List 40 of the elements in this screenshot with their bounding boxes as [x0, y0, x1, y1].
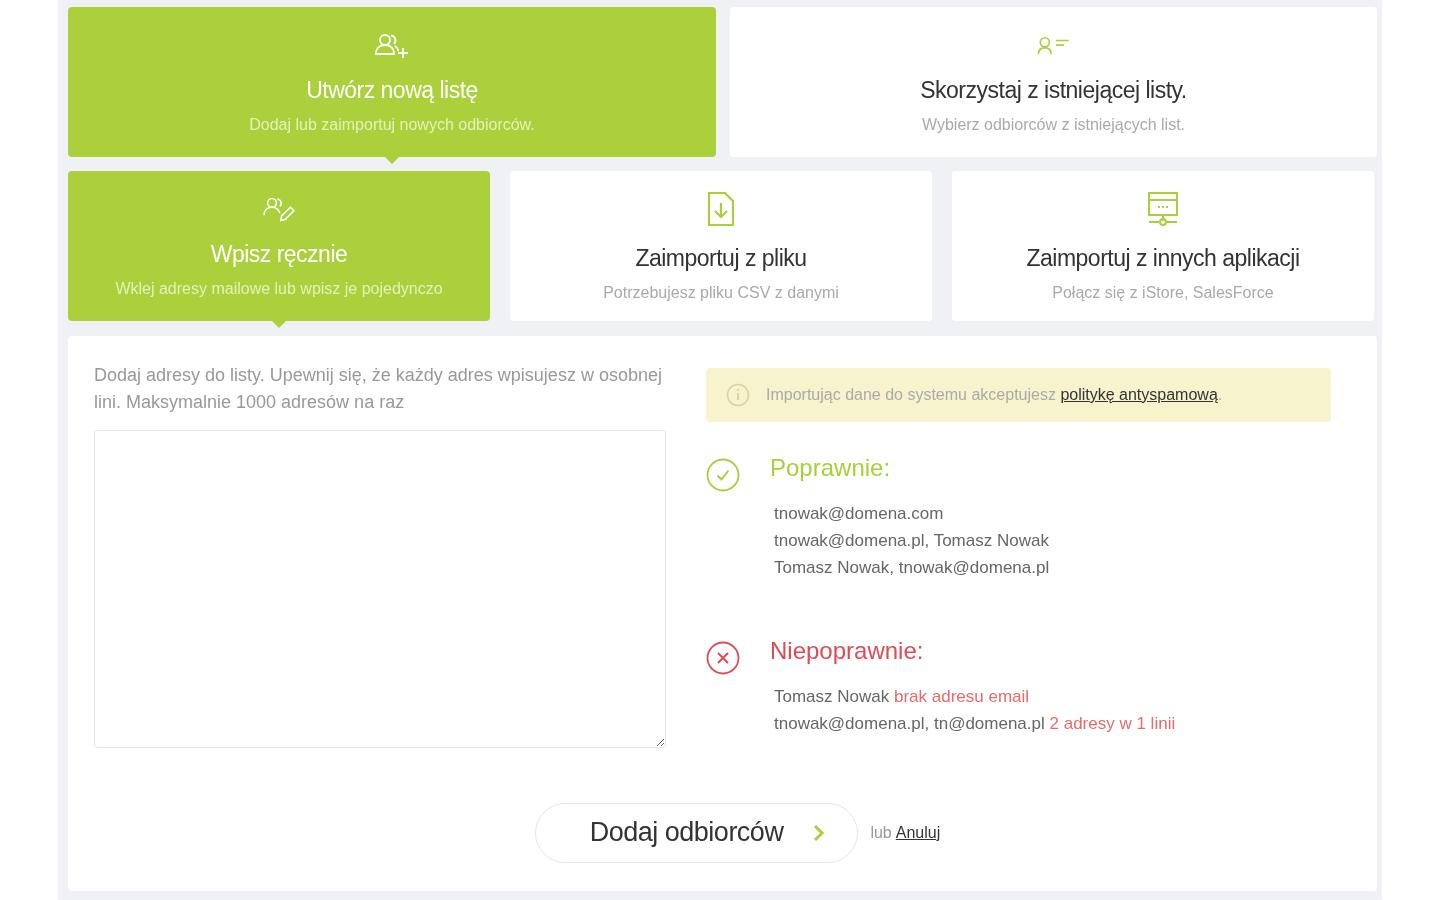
- chevron-right-icon: [813, 823, 826, 842]
- card-title: Utwórz nową listę: [306, 77, 478, 104]
- card-title: Zaimportuj z innych aplikacji: [1026, 245, 1300, 272]
- option-card[interactable]: Zaimportuj z innych aplikacji Połącz się z iStore, SalesForce: [952, 171, 1374, 321]
- server-window-icon: [1147, 191, 1179, 227]
- people-pencil-icon: [261, 195, 297, 223]
- card-title: Zaimportuj z pliku: [635, 245, 807, 272]
- or-text: lub: [870, 823, 892, 842]
- card-subtitle: Dodaj lub zaimportuj nowych odbiorców.: [249, 116, 535, 134]
- instructions-text: Dodaj adresy do listy. Upewnij się, że każdy adres wpisujesz w osobnej lini. Maksymalnie 1000 adresów na raz: [94, 364, 663, 414]
- cancel-link[interactable]: Anuluj: [895, 823, 941, 842]
- notice-text: Importując dane do systemu akceptujesz politykę antyspamową.: [766, 386, 1223, 404]
- person-list-icon: [1035, 35, 1072, 57]
- antispam-policy-link[interactable]: politykę antyspamową: [1060, 386, 1218, 403]
- card-subtitle: Wybierz odbiorców z istniejących list.: [921, 116, 1186, 134]
- selection-pointer: [385, 157, 399, 164]
- add-recipients-button[interactable]: Dodaj odbiorców: [534, 802, 859, 863]
- error-circle-icon: [706, 641, 740, 675]
- info-icon: [726, 383, 750, 407]
- invalid-entry: Tomasz Nowak: [774, 687, 890, 706]
- card-subtitle: Potrzebujesz pliku CSV z danymi: [603, 284, 839, 302]
- valid-heading: Poprawnie:: [770, 454, 892, 482]
- option-card[interactable]: Skorzystaj z istniejącej listy. Wybierz odbiorców z istniejących list.: [730, 7, 1377, 157]
- addresses-field[interactable]: [94, 430, 666, 748]
- valid-entry: tnowak@domena.com: [774, 503, 945, 525]
- valid-entry: tnowak@domena.pl, Tomasz Nowak: [774, 530, 1050, 552]
- card-title: Wpisz ręcznie: [210, 241, 348, 268]
- file-download-icon: [707, 191, 735, 227]
- card-title: Skorzystaj z istniejącej listy.: [920, 77, 1187, 104]
- invalid-heading: Niepoprawnie:: [770, 637, 925, 665]
- invalid-entry: tnowak@domena.pl, tn@domena.pl: [774, 714, 1045, 733]
- people-plus-icon: [374, 31, 410, 59]
- option-card[interactable]: Zaimportuj z pliku Potrzebujesz pliku CSV z danymi: [510, 171, 932, 321]
- check-circle-icon: [706, 458, 740, 492]
- selection-pointer: [272, 321, 286, 328]
- error-reason: 2 adresy w 1 linii: [1049, 714, 1176, 733]
- card-subtitle: Wklej adresy mailowe lub wpisz je pojedynczo: [115, 280, 443, 298]
- error-reason: brak adresu email: [894, 687, 1030, 706]
- valid-entry: Tomasz Nowak, tnowak@domena.pl: [774, 557, 1050, 579]
- card-subtitle: Połącz się z iStore, SalesForce: [1052, 284, 1274, 302]
